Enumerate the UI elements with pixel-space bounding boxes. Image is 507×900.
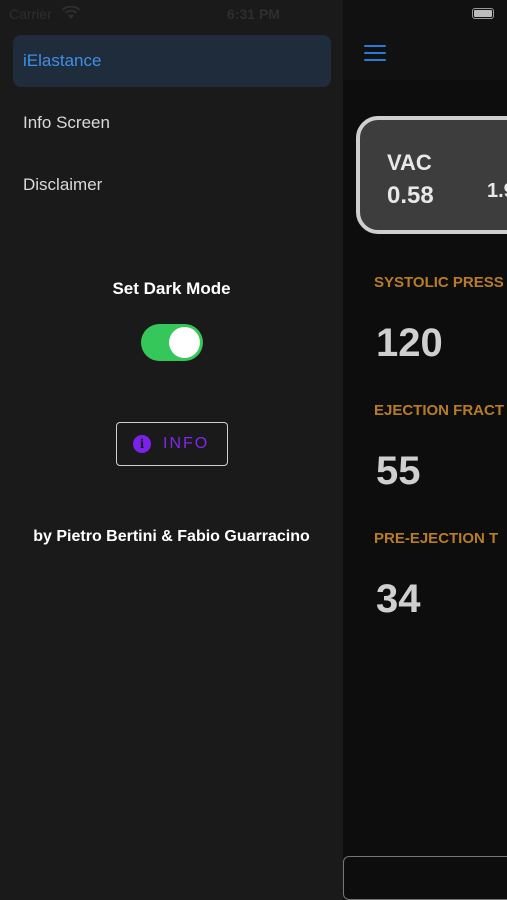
- hamburger-menu-icon[interactable]: [364, 45, 386, 61]
- info-icon: i: [133, 435, 151, 453]
- vac-label: VAC: [387, 150, 432, 175]
- dark-mode-label: Set Dark Mode: [112, 279, 231, 298]
- bottom-input-box[interactable]: [343, 856, 507, 900]
- secondary-value: 1.9: [487, 180, 507, 202]
- ejection-fraction-value[interactable]: 55: [376, 449, 421, 494]
- battery-icon: [472, 8, 494, 19]
- dark-mode-toggle[interactable]: [141, 324, 203, 361]
- vac-card: VAC 0.58 1.9: [356, 116, 507, 234]
- menu-item-ielastance[interactable]: iElastance: [13, 35, 331, 87]
- status-bar: Carrier 6:31 PM: [0, 0, 507, 28]
- menu-item-disclaimer[interactable]: Disclaimer: [13, 159, 331, 211]
- vac-value: 0.58: [387, 182, 434, 209]
- pre-ejection-time-value[interactable]: 34: [376, 577, 421, 622]
- side-menu: iElastance Info Screen Disclaimer Set Da…: [0, 0, 343, 900]
- pre-ejection-time-label: PRE-EJECTION T: [374, 530, 499, 547]
- info-button-label: INFO: [163, 435, 210, 452]
- ejection-fraction-label: EJECTION FRACT: [374, 402, 505, 419]
- credits-text: by Pietro Bertini & Fabio Guarracino: [33, 528, 310, 545]
- clock: 6:31 PM: [227, 6, 280, 22]
- info-button[interactable]: i INFO: [116, 422, 228, 466]
- toggle-knob: [169, 327, 200, 358]
- systolic-pressure-label: SYSTOLIC PRESS: [374, 274, 504, 291]
- menu-item-info-screen[interactable]: Info Screen: [13, 97, 331, 149]
- main-panel: VAC 0.58 1.9 SYSTOLIC PRESS 120 EJECTION…: [343, 0, 507, 900]
- systolic-pressure-value[interactable]: 120: [376, 321, 443, 366]
